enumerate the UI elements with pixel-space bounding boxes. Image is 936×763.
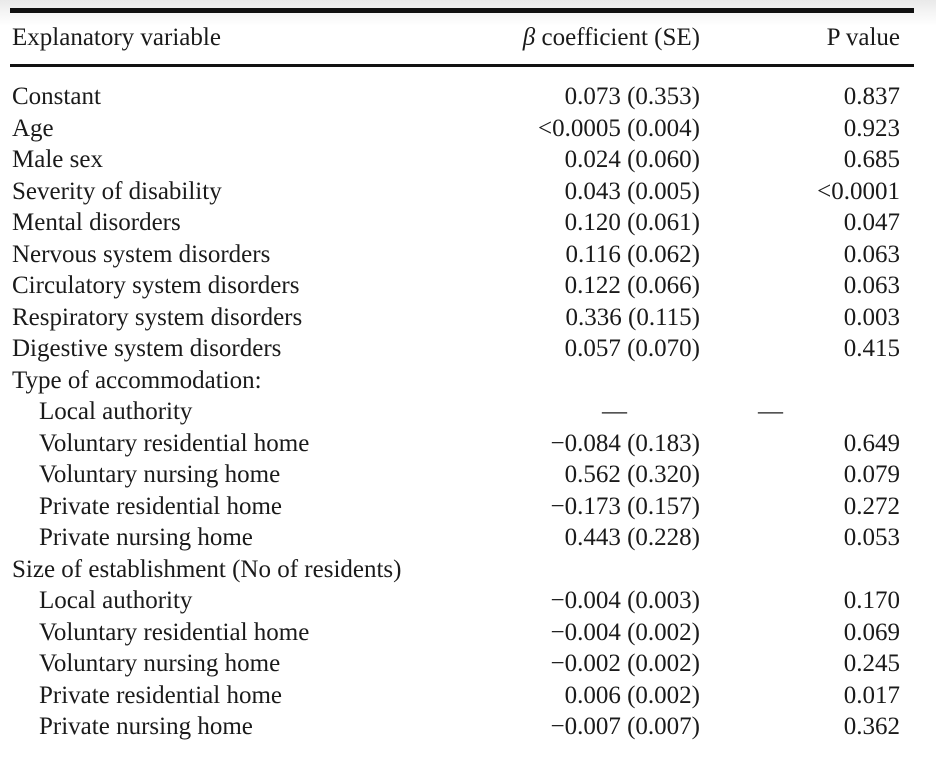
cell-p-value: [700, 365, 914, 397]
cell-p-value: 0.923: [843, 114, 900, 142]
cell-p-value: 0.003: [843, 303, 900, 331]
table-row: Local authority — —: [10, 396, 914, 428]
cell-explanatory-variable: Private nursing home: [39, 524, 253, 551]
cell-explanatory-variable: Severity of disability: [12, 177, 222, 205]
table-row: Severity of disability 0.043 (0.005) <0.00…: [10, 176, 914, 208]
table-row: Age <0.0005 (0.004) 0.923: [10, 113, 914, 145]
column-header-p-value: P value: [826, 24, 900, 51]
cell-beta-coefficient: 0.043 (0.005): [564, 177, 700, 205]
regression-results-table-container: Explanatory variable β coefficient (SE) …: [0, 0, 936, 743]
cell-beta-coefficient: 0.024 (0.060): [564, 146, 700, 173]
table-row: Type of accommodation:: [10, 365, 914, 397]
table-row: Respiratory system disorders 0.336 (0.115…: [10, 302, 914, 334]
cell-p-value: 0.685: [843, 146, 900, 173]
table-row: Private nursing home −0.007 (0.007) 0.362: [10, 711, 914, 743]
cell-beta-coefficient: [510, 365, 700, 397]
cell-beta-coefficient: 0.006 (0.002): [564, 681, 700, 709]
cell-beta-coefficient: 0.057 (0.070): [564, 335, 700, 362]
cell-explanatory-variable: Respiratory system disorders: [12, 303, 303, 331]
cell-explanatory-variable: Voluntary nursing home: [39, 650, 281, 677]
cell-beta-coefficient: −0.004 (0.003): [550, 587, 701, 614]
cell-explanatory-variable: Digestive system disorders: [12, 335, 282, 362]
cell-beta-coefficient: −0.004 (0.002): [550, 618, 701, 646]
cell-explanatory-variable: Voluntary residential home: [39, 618, 310, 646]
cell-explanatory-variable: Voluntary nursing home: [39, 461, 281, 488]
table-header-row: Explanatory variable β coefficient (SE) …: [10, 13, 914, 66]
cell-p-value: 0.415: [843, 335, 900, 362]
table-row: Private residential home 0.006 (0.002) 0.0…: [10, 680, 914, 712]
cell-beta-coefficient: [510, 554, 700, 586]
cell-explanatory-variable: Nervous system disorders: [12, 240, 271, 268]
cell-beta-coefficient: —: [602, 398, 627, 425]
cell-explanatory-variable: Voluntary residential home: [39, 429, 310, 457]
cell-p-value: <0.0001: [817, 177, 900, 205]
cell-p-value: [700, 554, 914, 586]
cell-p-value: 0.069: [843, 618, 900, 646]
cell-p-value: 0.170: [843, 587, 900, 614]
cell-p-value: 0.649: [843, 429, 900, 457]
cell-explanatory-variable: Private nursing home: [39, 713, 253, 740]
table-row: Circulatory system disorders 0.122 (0.066…: [10, 270, 914, 302]
cell-explanatory-variable: Male sex: [12, 146, 103, 173]
cell-explanatory-variable: Private residential home: [39, 492, 282, 520]
cell-p-value: 0.017: [843, 681, 900, 709]
cell-beta-coefficient: −0.084 (0.183): [550, 429, 701, 457]
column-header-beta-coefficient: β coefficient (SE): [510, 13, 700, 66]
cell-p-value: 0.245: [843, 650, 900, 677]
cell-explanatory-variable: Circulatory system disorders: [12, 272, 300, 299]
beta-symbol: β: [522, 24, 536, 51]
table-row: Digestive system disorders 0.057 (0.070) 0…: [10, 333, 914, 365]
regression-results-table: Explanatory variable β coefficient (SE) …: [10, 8, 914, 743]
cell-p-value: 0.063: [843, 272, 900, 299]
cell-explanatory-variable: Age: [12, 114, 54, 142]
cell-p-value: 0.272: [843, 492, 900, 520]
cell-beta-coefficient: 0.562 (0.320): [564, 461, 700, 488]
cell-beta-coefficient: −0.173 (0.157): [550, 492, 701, 520]
table-row: Voluntary residential home −0.004 (0.002)…: [10, 617, 914, 649]
cell-beta-coefficient: <0.0005 (0.004): [538, 114, 700, 142]
table-row: Size of establishment (No of residents): [10, 554, 914, 586]
cell-beta-coefficient: −0.002 (0.002): [550, 650, 701, 677]
table-row: Constant 0.073 (0.353) 0.837: [10, 67, 914, 113]
cell-explanatory-variable: Size of establishment (No of residents): [12, 555, 402, 583]
cell-p-value: 0.063: [843, 240, 900, 268]
cell-explanatory-variable: Mental disorders: [12, 209, 181, 236]
table-row: Nervous system disorders 0.116 (0.062) 0.0…: [10, 239, 914, 271]
table-row: Voluntary residential home −0.084 (0.183)…: [10, 428, 914, 460]
table-row: Local authority −0.004 (0.003) 0.170: [10, 585, 914, 617]
table-row: Private nursing home 0.443 (0.228) 0.053: [10, 522, 914, 554]
cell-p-value: —: [758, 398, 783, 425]
cell-beta-coefficient: 0.120 (0.061): [564, 209, 700, 236]
table-row: Voluntary nursing home 0.562 (0.320) 0.079: [10, 459, 914, 491]
cell-p-value: 0.047: [843, 209, 900, 236]
cell-p-value: 0.362: [843, 713, 900, 740]
cell-p-value: 0.837: [843, 83, 900, 110]
cell-explanatory-variable: Constant: [12, 83, 101, 110]
cell-explanatory-variable: Local authority: [39, 587, 193, 614]
table-body: Constant 0.073 (0.353) 0.837 Age <0.0005 (0.…: [10, 67, 914, 743]
table-row: Private residential home −0.173 (0.157) 0.…: [10, 491, 914, 523]
cell-explanatory-variable: Local authority: [39, 398, 193, 425]
cell-beta-coefficient: 0.336 (0.115): [565, 303, 700, 331]
cell-beta-coefficient: 0.443 (0.228): [564, 524, 700, 551]
table-row: Male sex 0.024 (0.060) 0.685: [10, 144, 914, 176]
cell-p-value: 0.079: [843, 461, 900, 488]
cell-explanatory-variable: Type of accommodation:: [12, 366, 262, 394]
table-row: Voluntary nursing home −0.002 (0.002) 0.24…: [10, 648, 914, 680]
cell-beta-coefficient: −0.007 (0.007): [550, 713, 701, 740]
cell-p-value: 0.053: [843, 524, 900, 551]
cell-explanatory-variable: Private residential home: [39, 681, 282, 709]
cell-beta-coefficient: 0.116 (0.062): [565, 240, 700, 268]
table-row: Mental disorders 0.120 (0.061) 0.047: [10, 207, 914, 239]
column-header-beta-coefficient-text: coefficient (SE): [535, 24, 701, 51]
table-head: Explanatory variable β coefficient (SE) …: [10, 8, 914, 68]
cell-beta-coefficient: 0.073 (0.353): [564, 83, 700, 110]
column-header-explanatory-variable: Explanatory variable: [12, 24, 221, 51]
cell-beta-coefficient: 0.122 (0.066): [564, 272, 700, 299]
